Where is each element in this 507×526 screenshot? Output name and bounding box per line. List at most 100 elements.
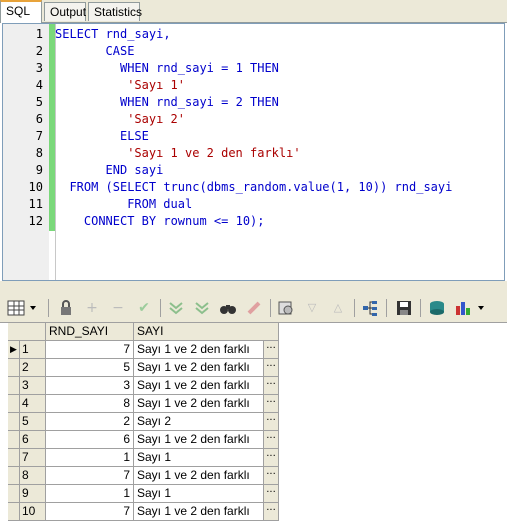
cell-rnd-sayi[interactable]: 8 <box>46 395 134 413</box>
grid-toolbar: + − ✔ ▽ △ <box>0 294 507 322</box>
cell-edit-button[interactable]: ··· <box>264 467 279 485</box>
column-header-rnd-sayi[interactable]: RND_SAYI <box>46 323 134 341</box>
toolbar-separator <box>354 299 355 317</box>
row-indicator[interactable] <box>8 359 20 377</box>
line-number: 7 <box>35 129 43 143</box>
cell-edit-button[interactable]: ··· <box>264 503 279 521</box>
delete-record-icon[interactable]: − <box>108 298 128 318</box>
row-indicator[interactable] <box>8 377 20 395</box>
code-line[interactable]: 'Sayı 1' <box>127 77 185 94</box>
export-icon[interactable] <box>427 298 447 318</box>
post-record-icon[interactable]: ✔ <box>134 298 154 318</box>
row-number: 2 <box>20 359 46 377</box>
save-icon[interactable] <box>394 298 414 318</box>
row-number: 6 <box>20 431 46 449</box>
code-line[interactable]: END sayi <box>106 162 164 179</box>
row-indicator[interactable]: ▶ <box>8 341 20 359</box>
row-indicator[interactable] <box>8 413 20 431</box>
grid-view-icon[interactable] <box>6 298 40 318</box>
cell-sayi[interactable]: Sayı 1 <box>134 449 264 467</box>
cell-sayi[interactable]: Sayı 1 ve 2 den farklı <box>134 395 264 413</box>
cell-rnd-sayi[interactable]: 7 <box>46 341 134 359</box>
cell-sayi[interactable]: Sayı 1 ve 2 den farklı <box>134 359 264 377</box>
row-indicator[interactable] <box>8 395 20 413</box>
row-number: 8 <box>20 467 46 485</box>
code-line[interactable]: FROM (SELECT trunc(dbms_random.value(1, … <box>69 179 452 196</box>
row-number: 5 <box>20 413 46 431</box>
cell-sayi[interactable]: Sayı 1 ve 2 den farklı <box>134 467 264 485</box>
code-line[interactable]: CASE <box>106 43 135 60</box>
row-indicator[interactable] <box>8 449 20 467</box>
tab-output[interactable]: Output <box>44 2 86 21</box>
gutter-divider <box>55 24 56 280</box>
cell-sayi[interactable]: Sayı 2 <box>134 413 264 431</box>
cell-rnd-sayi[interactable]: 5 <box>46 359 134 377</box>
code-line[interactable]: SELECT rnd_sayi, <box>55 26 171 43</box>
code-line[interactable]: ELSE <box>120 128 149 145</box>
clear-icon[interactable] <box>244 298 264 318</box>
cell-edit-button[interactable]: ··· <box>264 449 279 467</box>
cell-rnd-sayi[interactable]: 7 <box>46 467 134 485</box>
line-number: 9 <box>35 163 43 177</box>
tab-statistics[interactable]: Statistics <box>88 2 142 21</box>
line-number: 1 <box>35 27 43 41</box>
tab-sql[interactable]: SQL <box>0 0 42 23</box>
cell-edit-button[interactable]: ··· <box>264 431 279 449</box>
toolbar-separator <box>48 299 49 317</box>
line-number: 5 <box>35 95 43 109</box>
find-icon[interactable] <box>218 298 238 318</box>
cell-rnd-sayi[interactable]: 2 <box>46 413 134 431</box>
code-line[interactable]: CONNECT BY rownum <= 10); <box>84 213 265 230</box>
move-down-icon[interactable] <box>166 298 186 318</box>
lock-icon[interactable] <box>56 298 76 318</box>
row-indicator[interactable] <box>8 503 20 521</box>
grid-corner <box>8 323 46 341</box>
cell-sayi[interactable]: Sayı 1 ve 2 den farklı <box>134 377 264 395</box>
code-line[interactable]: 'Sayı 1 ve 2 den farklı' <box>127 145 300 162</box>
cell-edit-button[interactable]: ··· <box>264 485 279 503</box>
cell-edit-button[interactable]: ··· <box>264 395 279 413</box>
result-tab-bar: SQL Output Statistics <box>0 0 507 23</box>
code-line[interactable]: WHEN rnd_sayi = 1 THEN <box>120 60 279 77</box>
cell-edit-button[interactable]: ··· <box>264 377 279 395</box>
row-indicator[interactable] <box>8 431 20 449</box>
cell-edit-button[interactable]: ··· <box>264 359 279 377</box>
line-number: 6 <box>35 112 43 126</box>
line-number: 4 <box>35 78 43 92</box>
chart-icon[interactable] <box>454 298 490 318</box>
row-number: 10 <box>20 503 46 521</box>
query-icon[interactable] <box>276 298 296 318</box>
cell-rnd-sayi[interactable]: 1 <box>46 485 134 503</box>
cell-sayi[interactable]: Sayı 1 ve 2 den farklı <box>134 341 264 359</box>
column-header-sayi[interactable]: SAYI <box>134 323 279 341</box>
code-line[interactable]: WHEN rnd_sayi = 2 THEN <box>120 94 279 111</box>
query-next-icon[interactable]: ▽ <box>302 298 322 318</box>
cell-edit-button[interactable]: ··· <box>264 413 279 431</box>
toolbar-separator <box>386 299 387 317</box>
cell-rnd-sayi[interactable]: 3 <box>46 377 134 395</box>
link-icon[interactable] <box>360 298 380 318</box>
cell-edit-button[interactable]: ··· <box>264 341 279 359</box>
row-number: 7 <box>20 449 46 467</box>
editor-grid-splitter[interactable] <box>0 281 507 294</box>
cell-sayi[interactable]: Sayı 1 ve 2 den farklı <box>134 503 264 521</box>
cell-sayi[interactable]: Sayı 1 ve 2 den farklı <box>134 431 264 449</box>
row-indicator[interactable] <box>8 485 20 503</box>
move-down-alt-icon[interactable] <box>192 298 212 318</box>
line-number: 8 <box>35 146 43 160</box>
code-line[interactable]: 'Sayı 2' <box>127 111 185 128</box>
cell-sayi[interactable]: Sayı 1 <box>134 485 264 503</box>
row-number: 4 <box>20 395 46 413</box>
cell-rnd-sayi[interactable]: 6 <box>46 431 134 449</box>
query-prev-icon[interactable]: △ <box>328 298 348 318</box>
sql-editor[interactable]: 1 SELECT rnd_sayi, 2 CASE 3 WHEN rnd_sayi = 1… <box>2 23 505 281</box>
line-number: 10 <box>28 180 43 194</box>
cell-rnd-sayi[interactable]: 1 <box>46 449 134 467</box>
cell-rnd-sayi[interactable]: 7 <box>46 503 134 521</box>
row-indicator[interactable] <box>8 467 20 485</box>
result-grid[interactable]: RND_SAYI SAYI ▶ 1 7 Sayı 1 ve 2 den farklı ·… <box>0 323 507 526</box>
code-line[interactable]: FROM dual <box>127 196 192 213</box>
line-number: 2 <box>35 44 43 58</box>
add-record-icon[interactable]: + <box>82 298 102 318</box>
line-number: 11 <box>28 197 43 211</box>
